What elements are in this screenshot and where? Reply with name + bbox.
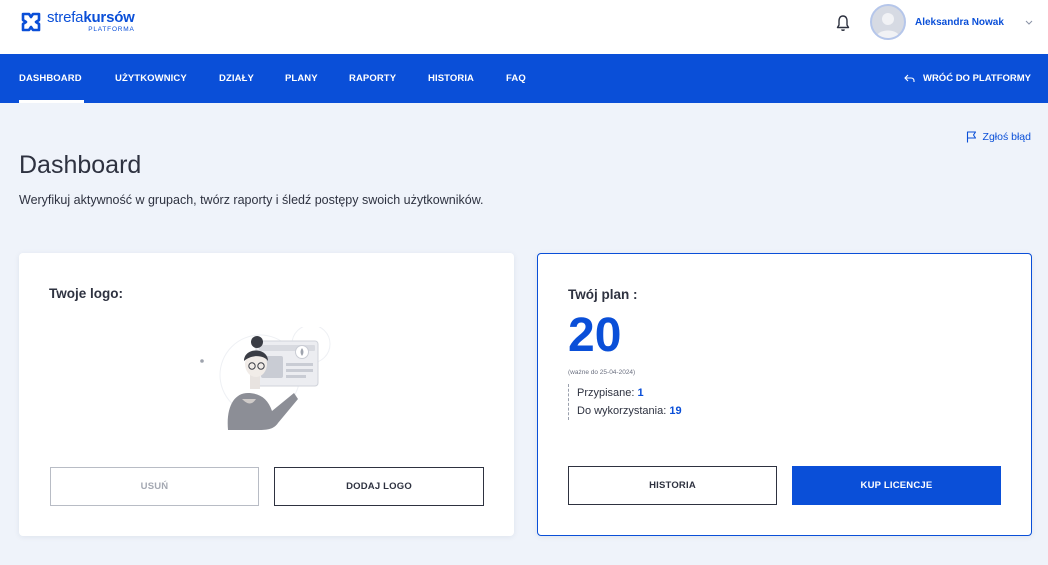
top-header: strefakursów PLATFORMA Aleksandra Nowak xyxy=(0,0,1048,54)
brand-logo[interactable]: strefakursów PLATFORMA xyxy=(19,10,135,34)
assigned-stat: Przypisane: 1 xyxy=(577,384,682,402)
back-to-platform-label: WRÓĆ DO PLATFORMY xyxy=(922,73,1031,84)
plan-license-count: 20 xyxy=(568,309,622,362)
active-tab-indicator xyxy=(19,100,84,103)
flag-icon xyxy=(966,131,976,143)
add-logo-button[interactable]: DODAJ LOGO xyxy=(274,467,484,506)
avatar[interactable] xyxy=(870,4,906,40)
assigned-label: Przypisane: xyxy=(577,387,635,399)
nav-item-plans[interactable]: PLANY xyxy=(285,73,318,84)
report-bug-link[interactable]: Zgłoś błąd xyxy=(966,131,1031,143)
logo-card: Twoje logo: USUŃ DODAJ LOGO xyxy=(19,253,514,536)
plan-card: Twój plan : 20 (ważne do 25-04-2024) Prz… xyxy=(537,253,1032,536)
logo-text-bold: kursów xyxy=(83,9,135,27)
logo-mark-icon xyxy=(21,12,41,32)
chevron-down-icon[interactable] xyxy=(1024,17,1034,27)
nav-item-faq[interactable]: FAQ xyxy=(506,73,526,84)
nav-item-history[interactable]: HISTORIA xyxy=(428,73,474,84)
remove-logo-button[interactable]: USUŃ xyxy=(50,467,259,506)
main-nav: DASHBOARD UŻYTKOWNICY DZIAŁY PLANY RAPOR… xyxy=(0,54,1048,103)
page-subtitle: Weryfikuj aktywność w grupach, twórz rap… xyxy=(19,193,484,207)
report-bug-label: Zgłoś błąd xyxy=(982,131,1031,143)
nav-item-reports[interactable]: RAPORTY xyxy=(349,73,396,84)
available-value: 19 xyxy=(669,405,682,417)
available-stat: Do wykorzystania: 19 xyxy=(577,402,682,420)
buy-licenses-button[interactable]: KUP LICENCJE xyxy=(792,466,1001,505)
logo-card-title: Twoje logo: xyxy=(49,286,123,301)
nav-item-dashboard[interactable]: DASHBOARD xyxy=(19,73,82,84)
page-title: Dashboard xyxy=(19,151,142,179)
plan-valid-until: (ważne do 25-04-2024) xyxy=(568,369,636,376)
nav-item-users[interactable]: UŻYTKOWNICY xyxy=(115,73,187,84)
nav-item-departments[interactable]: DZIAŁY xyxy=(219,73,254,84)
available-label: Do wykorzystania: xyxy=(577,405,667,417)
return-arrow-icon xyxy=(904,74,915,82)
logo-text-light: strefa xyxy=(47,9,84,27)
logo-placeholder-illustration xyxy=(200,327,331,430)
user-name[interactable]: Aleksandra Nowak xyxy=(915,17,1004,28)
plan-stats: Przypisane: 1 Do wykorzystania: 19 xyxy=(568,384,682,420)
back-to-platform-link[interactable]: WRÓĆ DO PLATFORMY xyxy=(904,73,1031,84)
logo-subtitle: PLATFORMA xyxy=(88,26,135,34)
bell-icon[interactable] xyxy=(836,14,850,32)
history-button[interactable]: HISTORIA xyxy=(568,466,777,505)
assigned-value: 1 xyxy=(637,387,644,399)
plan-card-title: Twój plan : xyxy=(568,287,638,302)
